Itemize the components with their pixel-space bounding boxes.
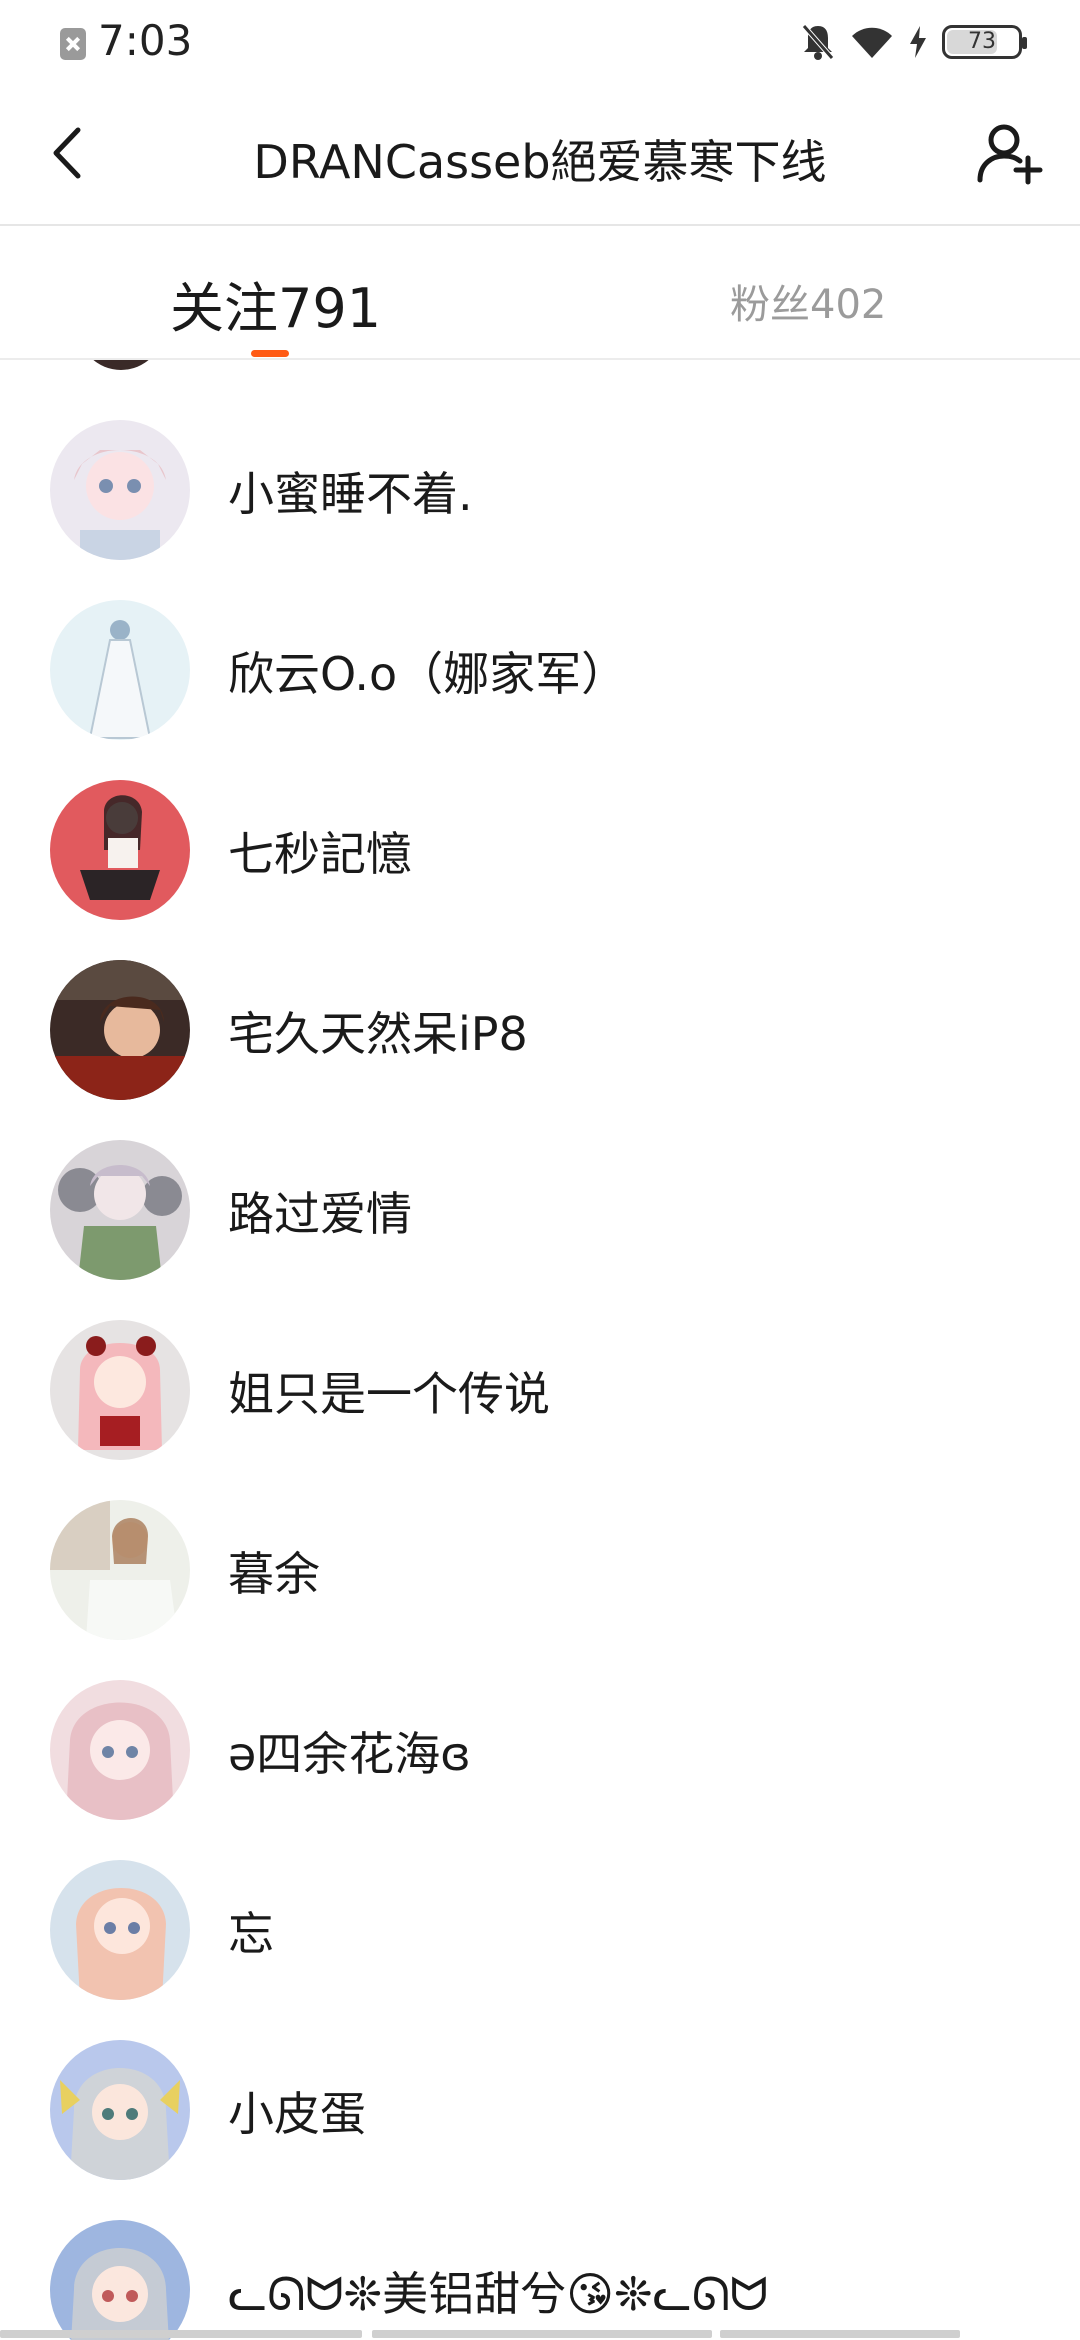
list-item[interactable]: ə四余花海ɞ <box>0 1658 1080 1838</box>
avatar[interactable] <box>50 780 190 920</box>
charging-icon <box>910 26 926 58</box>
user-name: 小蜜睡不着. <box>228 467 473 521</box>
add-user-icon[interactable] <box>974 118 1044 188</box>
list-item[interactable]: 七秒記憶 <box>0 758 1080 938</box>
avatar[interactable] <box>50 1680 190 1820</box>
list-item[interactable]: 小蜜睡不着. <box>0 398 1080 578</box>
nav-header: DRANCasseb絕爱慕寒下线 <box>0 88 1080 226</box>
avatar[interactable] <box>78 360 164 370</box>
avatar[interactable] <box>50 420 190 560</box>
user-name: ᓚᘏᗢ❊美铝甜兮😘❊ᓚᘏᗢ <box>228 2267 769 2321</box>
user-name: 七秒記憶 <box>228 827 412 881</box>
bell-off-icon <box>802 24 834 60</box>
status-bar: 7:03 73 <box>0 0 1080 88</box>
user-name: 姐只是一个传说 <box>228 1367 550 1421</box>
list-item[interactable]: 宅久天然呆iP8 <box>0 938 1080 1118</box>
avatar[interactable] <box>50 2040 190 2180</box>
user-name: 忘 <box>228 1907 274 1961</box>
tab-followers[interactable]: 粉丝402 <box>730 272 886 330</box>
notification-blocked-icon <box>60 28 86 60</box>
battery-text: 73 <box>968 29 996 54</box>
active-tab-indicator <box>251 350 289 357</box>
avatar[interactable] <box>50 1320 190 1460</box>
avatar[interactable] <box>50 1500 190 1640</box>
status-icons: 73 <box>800 22 1027 62</box>
tab-bar: 关注791 粉丝402 <box>0 226 1080 360</box>
chevron-left-icon[interactable] <box>40 118 100 188</box>
following-list[interactable]: 小蜜睡不着. 欣云O.o（娜家军） 七秒記憶 宅久天然呆iP8 路过爱情 姐只是… <box>0 360 1080 2340</box>
avatar[interactable] <box>50 1860 190 2000</box>
user-name: 宅久天然呆iP8 <box>228 1007 528 1061</box>
list-item[interactable]: 欣云O.o（娜家军） <box>0 578 1080 758</box>
user-name: 暮余 <box>228 1547 320 1601</box>
wifi-icon <box>852 27 892 58</box>
user-name: 欣云O.o（娜家军） <box>228 647 628 701</box>
user-name: 小皮蛋 <box>228 2087 366 2141</box>
battery-icon: 73 <box>942 25 1027 59</box>
user-name: ə四余花海ɞ <box>228 1727 471 1781</box>
list-item[interactable]: 暮余 <box>0 1478 1080 1658</box>
user-name: 路过爱情 <box>228 1187 412 1241</box>
status-time: 7:03 <box>98 16 193 65</box>
list-item[interactable]: ᓚᘏᗢ❊美铝甜兮😘❊ᓚᘏᗢ <box>0 2198 1080 2340</box>
list-item[interactable]: 姐只是一个传说 <box>0 1298 1080 1478</box>
avatar[interactable] <box>50 2220 190 2340</box>
bottom-scroll-indicator <box>0 2326 1080 2340</box>
avatar[interactable] <box>50 960 190 1100</box>
avatar[interactable] <box>50 1140 190 1280</box>
list-item[interactable]: 忘 <box>0 1838 1080 2018</box>
avatar[interactable] <box>50 600 190 740</box>
list-item[interactable]: 小皮蛋 <box>0 2018 1080 2198</box>
tab-following[interactable]: 关注791 <box>170 264 381 343</box>
page-title: DRANCasseb絕爱慕寒下线 <box>253 135 827 189</box>
list-item[interactable]: 路过爱情 <box>0 1118 1080 1298</box>
